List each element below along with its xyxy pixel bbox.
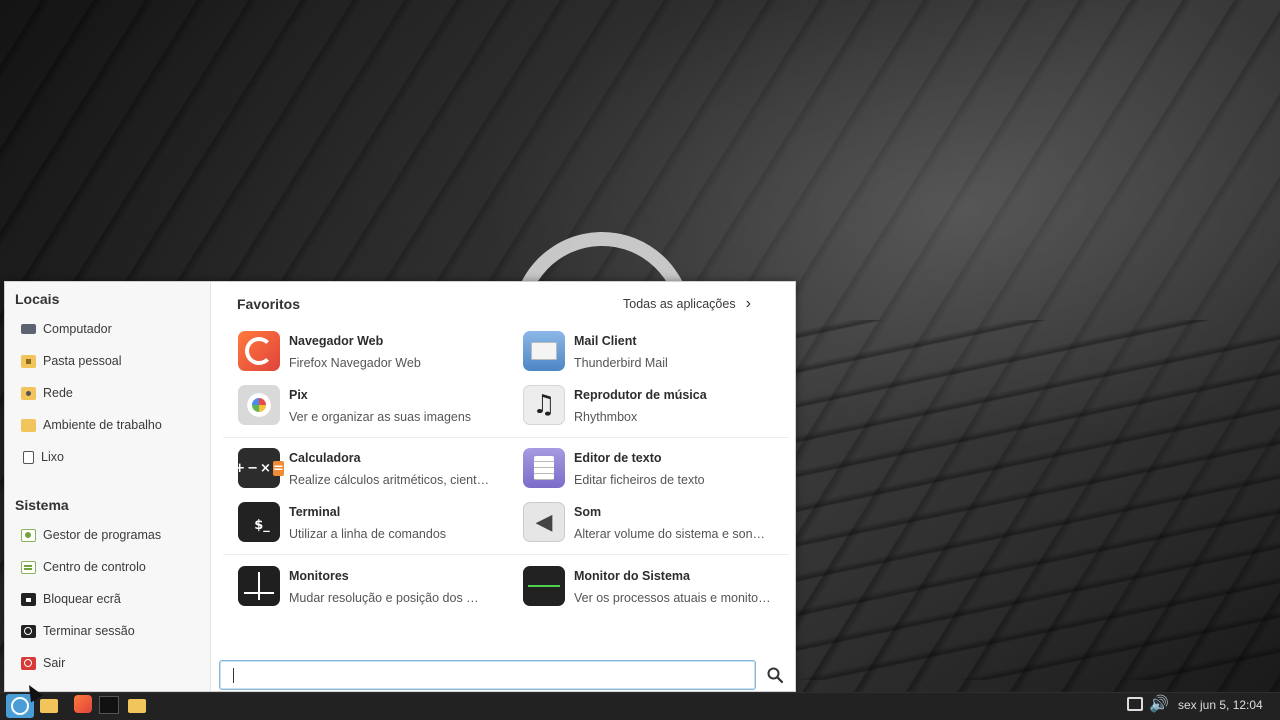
app-description: Firefox Navegador Web — [289, 356, 421, 370]
sidebar-item-label: Lixo — [41, 450, 64, 464]
desktop-folder-icon — [21, 418, 36, 432]
app-som[interactable]: ◀ Som Alterar volume do sistema e son… — [523, 502, 793, 548]
app-description: Ver os processos atuais e monito… — [574, 591, 771, 605]
places-title: Locais — [15, 291, 60, 307]
sidebar-item-label: Rede — [43, 386, 73, 400]
sidebar-item-label: Bloquear ecrã — [43, 592, 121, 606]
app-description: Ver e organizar as suas imagens — [289, 410, 472, 424]
app-mail-client[interactable]: Mail Client Thunderbird Mail — [523, 331, 793, 377]
sidebar-item-logout[interactable]: Terminar sessão — [21, 621, 135, 641]
app-description: Mudar resolução e posição dos … — [289, 591, 479, 605]
monitors-icon — [238, 566, 280, 606]
text-editor-icon — [523, 448, 565, 488]
app-name: Editor de texto — [574, 451, 662, 465]
app-pix[interactable]: Pix Ver e organizar as suas imagens — [238, 385, 508, 431]
sidebar-item-lock-screen[interactable]: Bloquear ecrã — [21, 589, 121, 609]
app-reprodutor-de-musica[interactable]: ♫ Reprodutor de música Rhythmbox — [523, 385, 793, 431]
sidebar-item-label: Terminar sessão — [43, 624, 135, 638]
app-monitores[interactable]: Monitores Mudar resolução e posição dos … — [238, 566, 508, 612]
app-name: Pix — [289, 388, 308, 402]
app-navegador-web[interactable]: Navegador Web Firefox Navegador Web — [238, 331, 508, 377]
system-monitor-icon — [523, 566, 565, 606]
sidebar-item-label: Pasta pessoal — [43, 354, 122, 368]
app-name: Som — [574, 505, 602, 519]
mail-icon — [523, 331, 565, 371]
sidebar-item-trash[interactable]: Lixo — [21, 447, 64, 467]
system-title: Sistema — [15, 497, 69, 513]
app-terminal[interactable]: $_ Terminal Utilizar a linha de comandos — [238, 502, 508, 548]
sidebar-item-network[interactable]: Rede — [21, 383, 73, 403]
terminal-icon[interactable] — [98, 695, 120, 715]
volume-icon[interactable]: 🔊 — [1149, 694, 1169, 713]
app-name: Terminal — [289, 505, 341, 519]
sidebar-item-home[interactable]: Pasta pessoal — [21, 351, 122, 371]
network-folder-icon — [21, 386, 36, 400]
separator — [223, 554, 789, 555]
terminal-icon: $_ — [238, 502, 280, 542]
app-editor-de-texto[interactable]: Editor de texto Editar ficheiros de text… — [523, 448, 793, 494]
app-description: Editar ficheiros de texto — [574, 473, 705, 487]
app-name: Monitores — [289, 569, 349, 583]
control-center-icon — [21, 560, 36, 574]
folder-icon[interactable] — [38, 696, 60, 716]
app-monitor-do-sistema[interactable]: Monitor do Sistema Ver os processos atua… — [523, 566, 793, 612]
app-name: Reprodutor de música — [574, 388, 707, 402]
folder-icon[interactable] — [126, 696, 148, 716]
search-icon[interactable] — [766, 666, 784, 684]
home-folder-icon — [21, 354, 36, 368]
sidebar-item-desktop[interactable]: Ambiente de trabalho — [21, 415, 162, 435]
app-name: Monitor do Sistema — [574, 569, 690, 583]
wallpaper-streaks — [760, 320, 1280, 680]
application-menu: Locais Computador Pasta pessoal Rede Amb… — [4, 281, 796, 692]
firefox-icon[interactable] — [72, 694, 94, 714]
window-list-icon[interactable] — [1127, 697, 1143, 711]
separator — [223, 437, 789, 438]
firefox-icon — [238, 331, 280, 371]
sidebar-item-control-center[interactable]: Centro de controlo — [21, 557, 146, 577]
app-description: Alterar volume do sistema e son… — [574, 527, 766, 541]
taskbar — [0, 692, 1280, 720]
all-applications-button[interactable]: Todas as aplicações › — [623, 295, 751, 313]
menu-sidebar: Locais Computador Pasta pessoal Rede Amb… — [5, 282, 211, 691]
app-calculadora[interactable]: + − × = Calculadora Realize cálculos aritmé… — [234, 448, 508, 494]
app-description: Realize cálculos aritméticos, cient… — [289, 473, 490, 487]
chevron-right-icon: › — [745, 295, 751, 312]
sidebar-item-quit[interactable]: Sair — [21, 653, 65, 673]
search-input[interactable] — [219, 660, 756, 690]
sidebar-item-computer[interactable]: Computador — [21, 319, 112, 339]
sidebar-item-label: Computador — [43, 322, 112, 336]
sidebar-item-label: Centro de controlo — [43, 560, 146, 574]
app-name: Mail Client — [574, 334, 637, 348]
speaker-icon: ◀ — [523, 502, 565, 542]
calculator-icon: + − × = — [234, 448, 284, 488]
favorites-title: Favoritos — [237, 296, 301, 312]
computer-icon — [21, 324, 36, 334]
app-description: Rhythmbox — [574, 410, 638, 424]
logout-icon — [21, 624, 36, 638]
text-caret — [233, 668, 234, 683]
app-name: Navegador Web — [289, 334, 384, 348]
lock-icon — [21, 592, 36, 606]
sidebar-item-software-manager[interactable]: Gestor de programas — [21, 525, 161, 545]
sidebar-item-label: Ambiente de trabalho — [43, 418, 162, 432]
music-note-icon: ♫ — [523, 385, 565, 425]
pix-icon — [238, 385, 280, 425]
app-description: Thunderbird Mail — [574, 356, 668, 370]
all-applications-label: Todas as aplicações — [623, 297, 736, 311]
app-name: Calculadora — [289, 451, 361, 465]
clock[interactable]: sex jun 5, 12:04 — [1178, 698, 1263, 712]
sidebar-item-label: Sair — [43, 656, 66, 670]
app-description: Utilizar a linha de comandos — [289, 527, 447, 541]
software-manager-icon — [21, 528, 36, 542]
sidebar-item-label: Gestor de programas — [43, 528, 162, 542]
trash-icon — [23, 450, 34, 464]
power-icon — [21, 656, 36, 670]
